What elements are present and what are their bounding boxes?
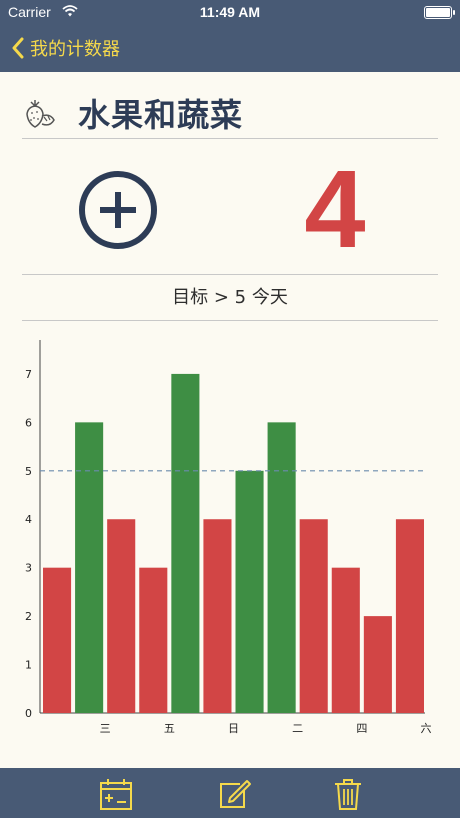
divider-count [22,274,438,275]
x-tick-label: 四 [356,722,367,735]
x-tick-label: 日 [228,722,239,735]
y-tick-label: 4 [25,513,32,526]
strawberry-icon [26,100,55,128]
y-tick-label: 1 [25,659,32,672]
goal-label: 目标 > 5 今天 [172,287,288,308]
x-tick-label: 五 [164,722,175,735]
calendar-add-icon [100,779,132,810]
edit-button[interactable] [216,776,252,812]
plus-circle-icon [79,171,157,249]
edit-icon [220,780,251,808]
x-tick-label: 六 [421,722,432,735]
divider-title [22,138,438,139]
status-bar: Carrier 11:49 AM [0,0,460,24]
chart-bar [363,616,392,713]
chart-bar [75,422,104,713]
divider-goal [22,320,438,321]
chart-bar [331,567,360,713]
status-time: 11:49 AM [199,4,261,20]
y-tick-label: 5 [25,465,32,478]
chart-bar [43,567,72,713]
x-tick-label: 三 [100,722,111,735]
back-button-label: 我的计数器 [30,39,120,60]
back-button[interactable]: 我的计数器 [12,34,120,62]
battery-icon [424,6,455,19]
chart-bar [203,519,232,713]
x-tick-label: 二 [292,722,303,735]
add-entry-button[interactable] [98,776,134,812]
chart-bar [299,519,328,713]
delete-button[interactable] [330,776,366,812]
y-tick-label: 2 [25,610,32,623]
counter-value: 4 [304,148,366,271]
chart-bar [171,373,200,713]
counter-header: 水果和蔬菜 [22,88,438,138]
chart-bar [107,519,136,713]
navigation-bar: 我的计数器 [0,24,460,72]
y-tick-label: 3 [25,562,32,575]
trash-icon [335,779,361,810]
y-tick-label: 6 [25,416,32,429]
chart-bar [235,470,264,713]
history-bar-chart: 0 1 2 3 4 5 6 7 三 五 日 二 四 六 [25,340,432,735]
y-tick-label: 7 [25,368,32,381]
chevron-left-icon [12,37,24,59]
chart-bar [267,422,296,713]
chart-bar [139,567,168,713]
increment-button[interactable] [78,170,158,250]
y-tick-label: 0 [25,707,32,720]
bottom-toolbar [0,768,460,818]
counter-title: 水果和蔬菜 [78,96,244,134]
chart-bar [395,519,424,713]
